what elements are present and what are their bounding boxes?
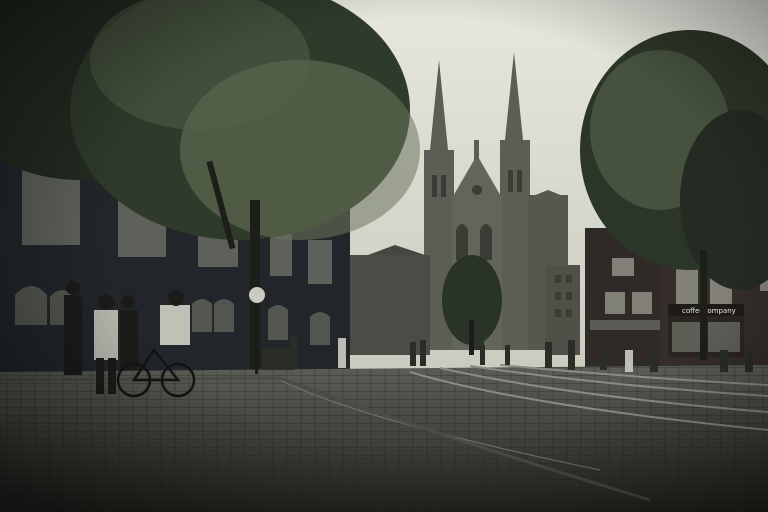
street-scene-photo: coffeecompany xyxy=(0,0,768,512)
vignette-overlay xyxy=(0,0,768,512)
